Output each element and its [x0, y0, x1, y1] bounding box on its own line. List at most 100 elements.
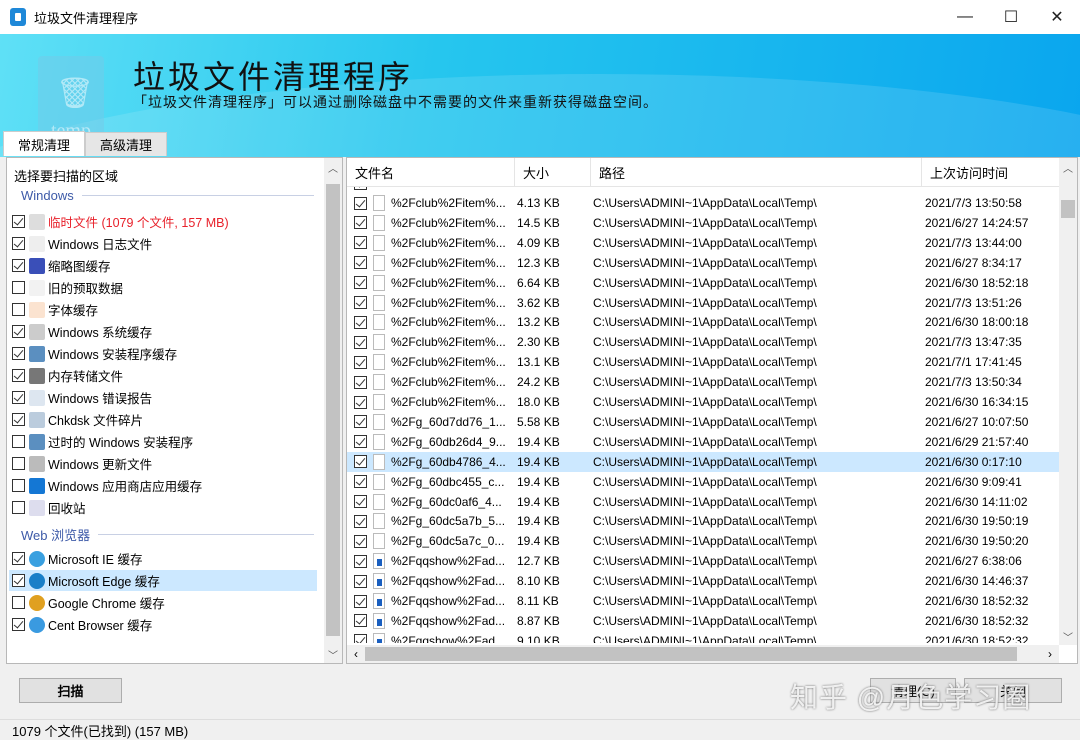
- checkbox[interactable]: [12, 574, 25, 587]
- table-row[interactable]: %2Fqqshow%2Fad... 8.87 KB C:\Users\ADMIN…: [347, 611, 1059, 631]
- table-row[interactable]: %2Fclub%2Fitem%... 24.2 KB C:\Users\ADMI…: [347, 372, 1059, 392]
- scan-area-item[interactable]: Windows 更新文件: [9, 453, 317, 474]
- checkbox[interactable]: [12, 479, 25, 492]
- scan-area-item[interactable]: Windows 错误报告: [9, 387, 317, 408]
- checkbox[interactable]: [354, 594, 367, 608]
- checkbox[interactable]: [354, 514, 367, 528]
- checkbox[interactable]: [354, 375, 367, 389]
- scroll-right-icon[interactable]: ›: [1041, 647, 1059, 661]
- scroll-thumb[interactable]: [365, 647, 1017, 661]
- checkbox[interactable]: [12, 369, 25, 382]
- column-header-last-access[interactable]: 上次访问时间: [922, 158, 1059, 187]
- checkbox[interactable]: [12, 259, 25, 272]
- scan-area-item[interactable]: 内存转储文件: [9, 365, 317, 386]
- checkbox[interactable]: [354, 614, 367, 628]
- column-header-name[interactable]: 文件名: [347, 158, 515, 187]
- checkbox[interactable]: [354, 395, 367, 409]
- checkbox[interactable]: [354, 554, 367, 568]
- checkbox[interactable]: [354, 455, 367, 469]
- clean-button[interactable]: 清理(C): [870, 678, 956, 703]
- checkbox[interactable]: [12, 413, 25, 426]
- scan-area-item[interactable]: 过时的 Windows 安装程序: [9, 431, 317, 452]
- vertical-scrollbar[interactable]: ︿ ﹀: [1059, 158, 1077, 645]
- tab-general-clean[interactable]: 常规清理: [3, 131, 86, 156]
- scan-area-item[interactable]: 旧的预取数据: [9, 277, 317, 298]
- checkbox[interactable]: [354, 196, 367, 210]
- scroll-thumb[interactable]: [326, 184, 340, 636]
- checkbox[interactable]: [12, 303, 25, 316]
- tab-advanced-clean[interactable]: 高级清理: [85, 132, 168, 156]
- checkbox[interactable]: [12, 347, 25, 360]
- table-row[interactable]: %2Fclub%2Fitem%... 4.09 KB C:\Users\ADMI…: [347, 233, 1059, 253]
- scan-area-item[interactable]: Google Chrome 缓存: [9, 592, 317, 613]
- scan-area-item[interactable]: Windows 应用商店应用缓存: [9, 475, 317, 496]
- table-row[interactable]: %2Fg_60dc5a7b_5... 19.4 KB C:\Users\ADMI…: [347, 511, 1059, 531]
- table-row[interactable]: %2Fclub%2Fitem%... 4.13 KB C:\Users\ADMI…: [347, 193, 1059, 213]
- checkbox[interactable]: [12, 501, 25, 514]
- checkbox[interactable]: [354, 236, 367, 250]
- maximize-button[interactable]: ☐: [988, 0, 1034, 34]
- checkbox[interactable]: [354, 475, 367, 489]
- scan-area-item[interactable]: Windows 安装程序缓存: [9, 343, 317, 364]
- checkbox[interactable]: [354, 355, 367, 369]
- column-header-path[interactable]: 路径: [591, 158, 922, 187]
- scroll-down-icon[interactable]: ﹀: [324, 645, 342, 663]
- scan-area-item[interactable]: Cent Browser 缓存: [9, 614, 317, 635]
- checkbox[interactable]: [354, 495, 367, 508]
- table-row[interactable]: %2Fg_60d7dd76_1... 5.58 KB C:\Users\ADMI…: [347, 412, 1059, 432]
- checkbox[interactable]: [12, 237, 25, 250]
- table-row[interactable]: %2Fg_60dbc455_c... 19.4 KB C:\Users\ADMI…: [347, 472, 1059, 492]
- scroll-thumb[interactable]: [1061, 200, 1075, 218]
- table-row[interactable]: %2Fg_60dc0af6_4... 19.4 KB C:\Users\ADMI…: [347, 492, 1059, 512]
- checkbox[interactable]: [12, 457, 25, 470]
- checkbox[interactable]: [12, 596, 25, 609]
- table-row[interactable]: %2Fg_60db26d4_9... 19.4 KB C:\Users\ADMI…: [347, 432, 1059, 452]
- checkbox[interactable]: [354, 335, 367, 349]
- table-row[interactable]: %2Fclub%2Fitem%... 14.5 KB C:\Users\ADMI…: [347, 213, 1059, 233]
- checkbox[interactable]: [12, 552, 25, 565]
- table-row[interactable]: %2Fclub%2Fitem%... 12.3 KB C:\Users\ADMI…: [347, 253, 1059, 273]
- table-row[interactable]: %2Fclub%2Fitem%... 3.62 KB C:\Users\ADMI…: [347, 293, 1059, 313]
- scroll-down-icon[interactable]: ﹀: [1059, 627, 1077, 645]
- checkbox[interactable]: [354, 415, 367, 429]
- vertical-scrollbar[interactable]: ︿ ﹀: [324, 158, 342, 663]
- table-row[interactable]: %2Fg_60db4786_4... 19.4 KB C:\Users\ADMI…: [347, 451, 1059, 472]
- checkbox[interactable]: [354, 634, 367, 643]
- close-button[interactable]: ✕: [1034, 0, 1080, 34]
- scroll-up-icon[interactable]: ︿: [324, 158, 342, 176]
- scan-button[interactable]: 扫描: [19, 678, 122, 703]
- table-row[interactable]: %2Fclub%2Fitem%... 18.0 KB C:\Users\ADMI…: [347, 392, 1059, 412]
- scan-area-item[interactable]: 字体缓存: [9, 299, 317, 320]
- checkbox[interactable]: [354, 435, 367, 449]
- scan-area-item[interactable]: Windows 系统缓存: [9, 321, 317, 342]
- scan-area-item[interactable]: Microsoft IE 缓存: [9, 548, 317, 569]
- horizontal-scrollbar[interactable]: ‹ ›: [347, 645, 1059, 663]
- minimize-button[interactable]: —: [942, 0, 988, 34]
- checkbox[interactable]: [354, 216, 367, 230]
- checkbox[interactable]: [354, 296, 367, 309]
- table-row[interactable]: %2Fclub%2Fitem%... 6.64 KB C:\Users\ADMI…: [347, 273, 1059, 293]
- checkbox[interactable]: [354, 315, 367, 329]
- scan-area-item[interactable]: 临时文件 (1079 个文件, 157 MB): [9, 211, 317, 232]
- scan-area-item[interactable]: Windows 日志文件: [9, 233, 317, 254]
- checkbox[interactable]: [354, 256, 367, 270]
- scan-area-item[interactable]: 回收站: [9, 497, 317, 518]
- checkbox[interactable]: [12, 281, 25, 294]
- scroll-up-icon[interactable]: ︿: [1059, 158, 1077, 176]
- checkbox[interactable]: [354, 574, 367, 588]
- checkbox[interactable]: [12, 215, 25, 228]
- checkbox[interactable]: [12, 391, 25, 404]
- table-row[interactable]: %2Fclub%2Fitem%... 13.2 KB C:\Users\ADMI…: [347, 312, 1059, 332]
- checkbox[interactable]: [12, 435, 25, 448]
- table-row[interactable]: %2Fg_60dc5a7c_0... 19.4 KB C:\Users\ADMI…: [347, 531, 1059, 551]
- table-row[interactable]: %2Fqqshow%2Fad... 12.7 KB C:\Users\ADMIN…: [347, 551, 1059, 571]
- checkbox[interactable]: [12, 618, 25, 631]
- scan-area-item[interactable]: 缩略图缓存: [9, 255, 317, 276]
- close-dialog-button[interactable]: 关闭: [964, 678, 1062, 703]
- scan-area-item[interactable]: Microsoft Edge 缓存: [9, 570, 317, 591]
- scan-area-item[interactable]: Chkdsk 文件碎片: [9, 409, 317, 430]
- column-header-size[interactable]: 大小: [515, 158, 591, 187]
- checkbox[interactable]: [354, 534, 367, 548]
- table-row[interactable]: %2Fclub%2Fitem%... 2.30 KB C:\Users\ADMI…: [347, 332, 1059, 352]
- scroll-left-icon[interactable]: ‹: [347, 647, 365, 661]
